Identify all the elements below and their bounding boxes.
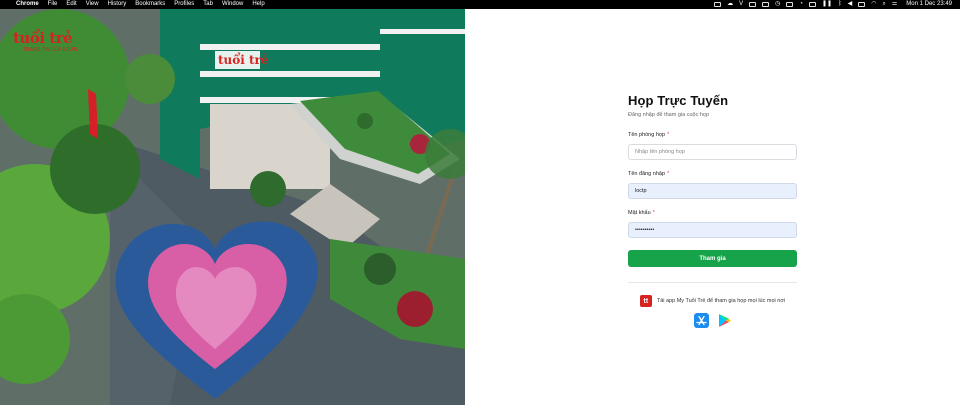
store-links xyxy=(628,313,797,328)
menu-app-chrome[interactable]: Chrome xyxy=(16,0,39,9)
menu-bar-clock[interactable]: Mon 1 Dec 23:49 xyxy=(906,0,952,9)
app-promo: tt Tải app My Tuổi Trẻ để tham gia họp m… xyxy=(628,295,797,307)
status-screen-icon[interactable] xyxy=(808,2,816,7)
macos-menu-bar: Chrome File Edit View History Bookmarks … xyxy=(0,0,960,9)
status-bluetooth-icon[interactable]: ᛒ xyxy=(838,0,842,9)
logo-tagline: TRANG TIN CỦA ĐOÀN xyxy=(23,47,78,53)
status-app-icon[interactable] xyxy=(762,2,770,7)
volume-icon[interactable]: ◀ xyxy=(848,0,853,9)
menu-window[interactable]: Window xyxy=(222,0,243,9)
status-app-icon[interactable] xyxy=(749,2,757,7)
menu-view[interactable]: View xyxy=(86,0,99,9)
password-label-text: Mật khẩu xyxy=(628,210,651,216)
divider xyxy=(628,282,797,283)
room-label: Tên phòng họp * xyxy=(628,132,797,139)
password-input[interactable]: •••••••••• xyxy=(628,222,797,238)
menu-history[interactable]: History xyxy=(108,0,127,9)
status-v-icon[interactable]: V xyxy=(739,0,743,9)
room-label-text: Tên phòng họp xyxy=(628,132,666,138)
password-label: Mật khẩu * xyxy=(628,210,797,217)
status-app-icon[interactable] xyxy=(714,2,722,7)
join-button[interactable]: Tham gia xyxy=(628,250,797,267)
battery-icon[interactable] xyxy=(858,2,866,7)
app-store-icon[interactable] xyxy=(693,313,709,328)
menu-help[interactable]: Help xyxy=(252,0,264,9)
status-cloud-icon[interactable]: ☁ xyxy=(727,0,733,9)
username-field: Tên đăng nhập * loctp xyxy=(628,171,797,199)
tuoi-tre-logo: tuổi trẻ TRANG TIN CỦA ĐOÀN xyxy=(13,29,78,54)
menu-file[interactable]: File xyxy=(48,0,58,9)
page-title: Họp Trực Tuyến xyxy=(628,93,729,108)
room-name-placeholder: Nhập tên phòng họp xyxy=(635,149,685,155)
hero-photo-illustration: tuổi trẻ xyxy=(0,9,465,405)
page-subtitle: Đăng nhập để tham gia cuộc họp xyxy=(628,112,710,118)
room-field: Tên phòng họp * Nhập tên phòng họp xyxy=(628,132,797,160)
status-clock-icon[interactable]: ◷ xyxy=(775,0,780,9)
login-form: Họp Trực Tuyến Đăng nhập để tham gia cuộ… xyxy=(628,93,797,328)
google-play-icon[interactable] xyxy=(717,313,732,328)
required-marker: * xyxy=(667,132,670,138)
menu-edit[interactable]: Edit xyxy=(66,0,76,9)
building-sign: tuổi trẻ xyxy=(218,52,269,67)
required-marker: * xyxy=(667,171,670,177)
password-field: Mật khẩu * •••••••••• xyxy=(628,210,797,238)
spotlight-search-icon[interactable]: ⌕ xyxy=(883,0,886,9)
menu-bookmarks[interactable]: Bookmarks xyxy=(135,0,165,9)
menu-profiles[interactable]: Profiles xyxy=(174,0,194,9)
username-label-text: Tên đăng nhập xyxy=(628,171,666,177)
hero-photo: tuổi trẻ tuổi trẻ TRANG TIN CỦA ĐOÀN xyxy=(0,9,465,405)
username-input[interactable]: loctp xyxy=(628,183,797,199)
menu-tab[interactable]: Tab xyxy=(203,0,213,9)
username-label: Tên đăng nhập * xyxy=(628,171,797,178)
required-marker: * xyxy=(652,210,655,216)
status-app-icon[interactable] xyxy=(786,2,794,7)
status-pause-icon[interactable]: ❚❚ xyxy=(822,0,832,9)
app-promo-text: Tải app My Tuổi Trẻ để tham gia họp mọi … xyxy=(656,298,786,304)
tuoi-tre-app-icon: tt xyxy=(639,295,652,307)
room-name-input[interactable]: Nhập tên phòng họp xyxy=(628,144,797,160)
wifi-icon[interactable]: ◠ xyxy=(871,0,876,9)
logo-wordmark: tuổi trẻ xyxy=(13,29,73,47)
control-center-icon[interactable]: ⚌ xyxy=(892,0,897,9)
status-gauge-icon[interactable]: ◔ xyxy=(799,0,803,9)
